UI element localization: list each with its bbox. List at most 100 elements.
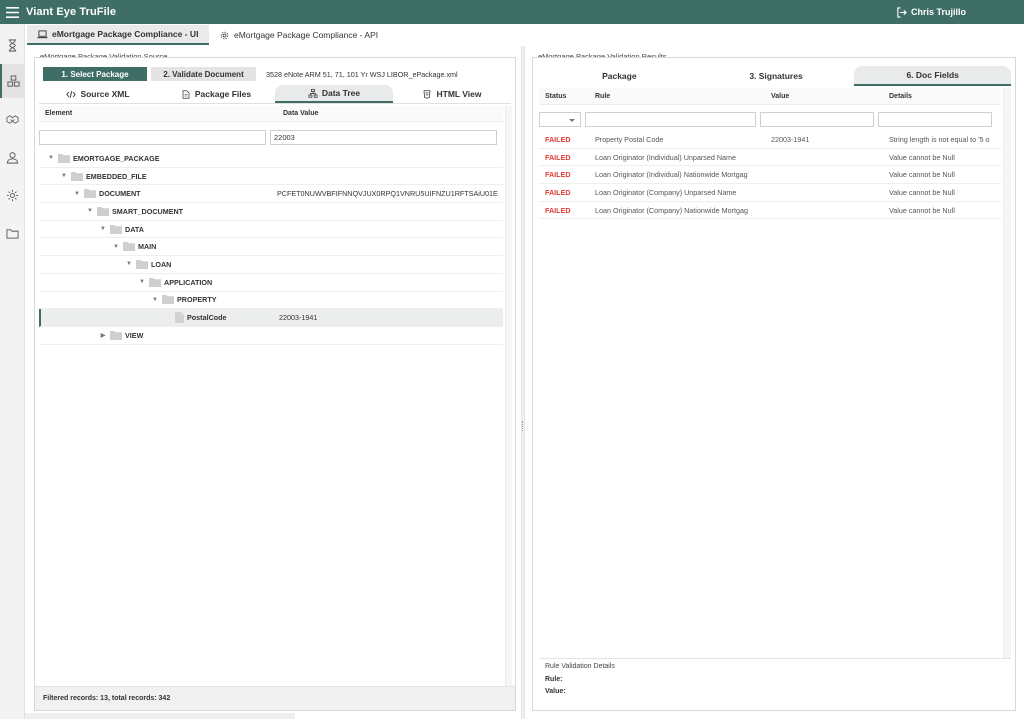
caret-down-icon[interactable]: ▼ xyxy=(151,296,159,304)
tree-row[interactable]: ▼ DATA xyxy=(39,221,503,239)
folder-icon xyxy=(71,171,83,181)
tree-row[interactable]: ▶ VIEW xyxy=(39,327,503,345)
results-tabs: Package 3. Signatures 6. Doc Fields xyxy=(541,66,1012,86)
rule-column-header[interactable]: Rule xyxy=(589,88,765,104)
file-icon xyxy=(182,89,190,99)
user-icon[interactable] xyxy=(0,140,25,174)
tab-data-tree[interactable]: Data Tree xyxy=(275,85,393,103)
caret-right-icon[interactable]: ▶ xyxy=(99,331,107,339)
tab-source-xml[interactable]: Source XML xyxy=(39,85,157,103)
folder-icon xyxy=(97,206,109,216)
results-scrollbar[interactable] xyxy=(1003,88,1011,658)
folder-icon xyxy=(123,242,135,252)
logout-icon xyxy=(897,6,907,18)
hourglass-icon[interactable] xyxy=(0,28,25,62)
result-row[interactable]: FAILED Loan Originator (Company) Nationw… xyxy=(539,202,1001,220)
app-title: Viant Eye TruFile xyxy=(26,6,117,18)
details-column-header[interactable]: Details xyxy=(883,88,1001,104)
folder-icon xyxy=(84,189,96,199)
tree-row[interactable]: ▼ APPLICATION xyxy=(39,274,503,292)
packages-icon[interactable] xyxy=(0,64,25,98)
source-tabs: Source XML Package Files Data Tree HTML … xyxy=(39,85,511,104)
result-row[interactable]: FAILED Loan Originator (Company) Unparse… xyxy=(539,184,1001,202)
tree-row-selected[interactable]: PostalCode 22003-1941 xyxy=(39,309,503,327)
status-badge: FAILED xyxy=(545,170,571,180)
results-filter-row xyxy=(539,111,1001,128)
caret-down-icon[interactable]: ▼ xyxy=(138,278,146,286)
rule-validation-details: Rule Validation Details Rule: Value: xyxy=(539,658,1011,700)
status-badge: FAILED xyxy=(545,187,571,197)
status-badge: FAILED xyxy=(545,205,571,215)
tree-row[interactable]: ▼ DOCUMENT PCFET0NUWVBFIFNNQVJUX0RPQ1VNRU… xyxy=(39,185,503,204)
status-filter-select[interactable] xyxy=(539,112,581,127)
caret-down-icon[interactable]: ▼ xyxy=(47,154,55,162)
horizontal-scrollbar[interactable] xyxy=(25,713,295,719)
status-badge: FAILED xyxy=(545,152,571,162)
html5-icon xyxy=(424,89,431,99)
element-column-header[interactable]: Element xyxy=(39,106,277,121)
caret-down-icon[interactable]: ▼ xyxy=(86,207,94,215)
status-badge: FAILED xyxy=(545,134,571,144)
result-row[interactable]: FAILED Loan Originator (Individual) Nati… xyxy=(539,166,1001,185)
caret-down-icon[interactable]: ▼ xyxy=(112,243,120,251)
data-tree: ▼ EMORTGAGE_PACKAGE ▼ EMBEDDED_FILE ▼ DOCUM… xyxy=(39,150,503,345)
tab-compliance-api[interactable]: eMortgage Package Compliance - API xyxy=(209,25,388,45)
code-icon xyxy=(66,90,77,98)
user-name: Chris Trujillo xyxy=(910,7,966,17)
result-row[interactable]: FAILED Loan Originator (Individual) Unpa… xyxy=(539,149,1001,167)
tree-row[interactable]: ▼ EMORTGAGE_PACKAGE xyxy=(39,150,503,168)
tree-row[interactable]: ▼ LOAN xyxy=(39,256,503,274)
element-filter-input[interactable] xyxy=(39,130,266,145)
validation-results-panel: Package 3. Signatures 6. Doc Fields Stat… xyxy=(532,57,1016,711)
gear-icon[interactable] xyxy=(0,178,25,212)
laptop-icon xyxy=(37,29,48,38)
tree-row[interactable]: ▼ SMART_DOCUMENT xyxy=(39,203,503,221)
tree-row[interactable]: ▼ MAIN xyxy=(39,238,503,257)
tree-icon xyxy=(308,88,318,98)
result-row[interactable]: FAILED Property Postal Code 22003-1941 S… xyxy=(539,131,1001,149)
folder-icon xyxy=(58,153,70,163)
top-bar: Viant Eye TruFile Chris Trujillo xyxy=(0,0,1024,24)
handshake-icon[interactable] xyxy=(0,102,25,136)
tab-doc-fields[interactable]: 6. Doc Fields xyxy=(854,66,1012,86)
user-menu[interactable]: Chris Trujillo xyxy=(896,0,966,24)
panel-splitter[interactable] xyxy=(521,46,525,719)
left-rail xyxy=(0,24,25,719)
value-column-header[interactable]: Data Value xyxy=(277,106,503,121)
menu-icon[interactable] xyxy=(0,0,24,24)
caret-down-icon[interactable]: ▼ xyxy=(73,190,81,198)
value-filter-input[interactable] xyxy=(270,130,497,145)
tab-package-files[interactable]: Package Files xyxy=(157,85,275,103)
details-filter-input[interactable] xyxy=(878,112,992,127)
results-rows: FAILED Property Postal Code 22003-1941 S… xyxy=(539,131,1001,220)
folder-icon xyxy=(110,330,122,340)
file-leaf-icon xyxy=(175,312,184,324)
package-file-name: 3528 eNote ARM 51, 71, 101 Yr WSJ LIBOR_… xyxy=(266,69,458,79)
tree-filter-row xyxy=(39,130,503,147)
tab-compliance-ui[interactable]: eMortgage Package Compliance - UI xyxy=(27,25,209,45)
tree-row[interactable]: ▼ PROPERTY xyxy=(39,292,503,310)
tree-scrollbar[interactable] xyxy=(505,106,512,698)
validate-document-button[interactable]: 2. Validate Document xyxy=(151,67,256,81)
select-package-button[interactable]: 1. Select Package xyxy=(43,67,147,81)
caret-down-icon[interactable]: ▼ xyxy=(60,172,68,180)
value-label: Value: xyxy=(545,688,566,695)
rule-filter-input[interactable] xyxy=(585,112,756,127)
value-column-header[interactable]: Value xyxy=(765,88,883,104)
value-filter-input[interactable] xyxy=(760,112,874,127)
caret-down-icon[interactable]: ▼ xyxy=(125,260,133,268)
folder-icon[interactable] xyxy=(0,216,25,250)
status-column-header[interactable]: Status xyxy=(539,88,589,104)
folder-icon xyxy=(149,277,161,287)
rule-details-title: Rule Validation Details xyxy=(545,663,615,670)
tab-package[interactable]: Package xyxy=(541,66,698,86)
results-grid-header: Status Rule Value Details xyxy=(539,88,1001,105)
caret-down-icon[interactable]: ▼ xyxy=(99,225,107,233)
folder-icon xyxy=(136,259,148,269)
tree-row[interactable]: ▼ EMBEDDED_FILE xyxy=(39,168,503,186)
tab-signatures[interactable]: 3. Signatures xyxy=(698,66,855,86)
folder-icon xyxy=(110,224,122,234)
tab-html-view[interactable]: HTML View xyxy=(393,85,511,103)
rule-label: Rule: xyxy=(545,676,563,683)
tree-grid-header: Element Data Value xyxy=(39,106,503,122)
